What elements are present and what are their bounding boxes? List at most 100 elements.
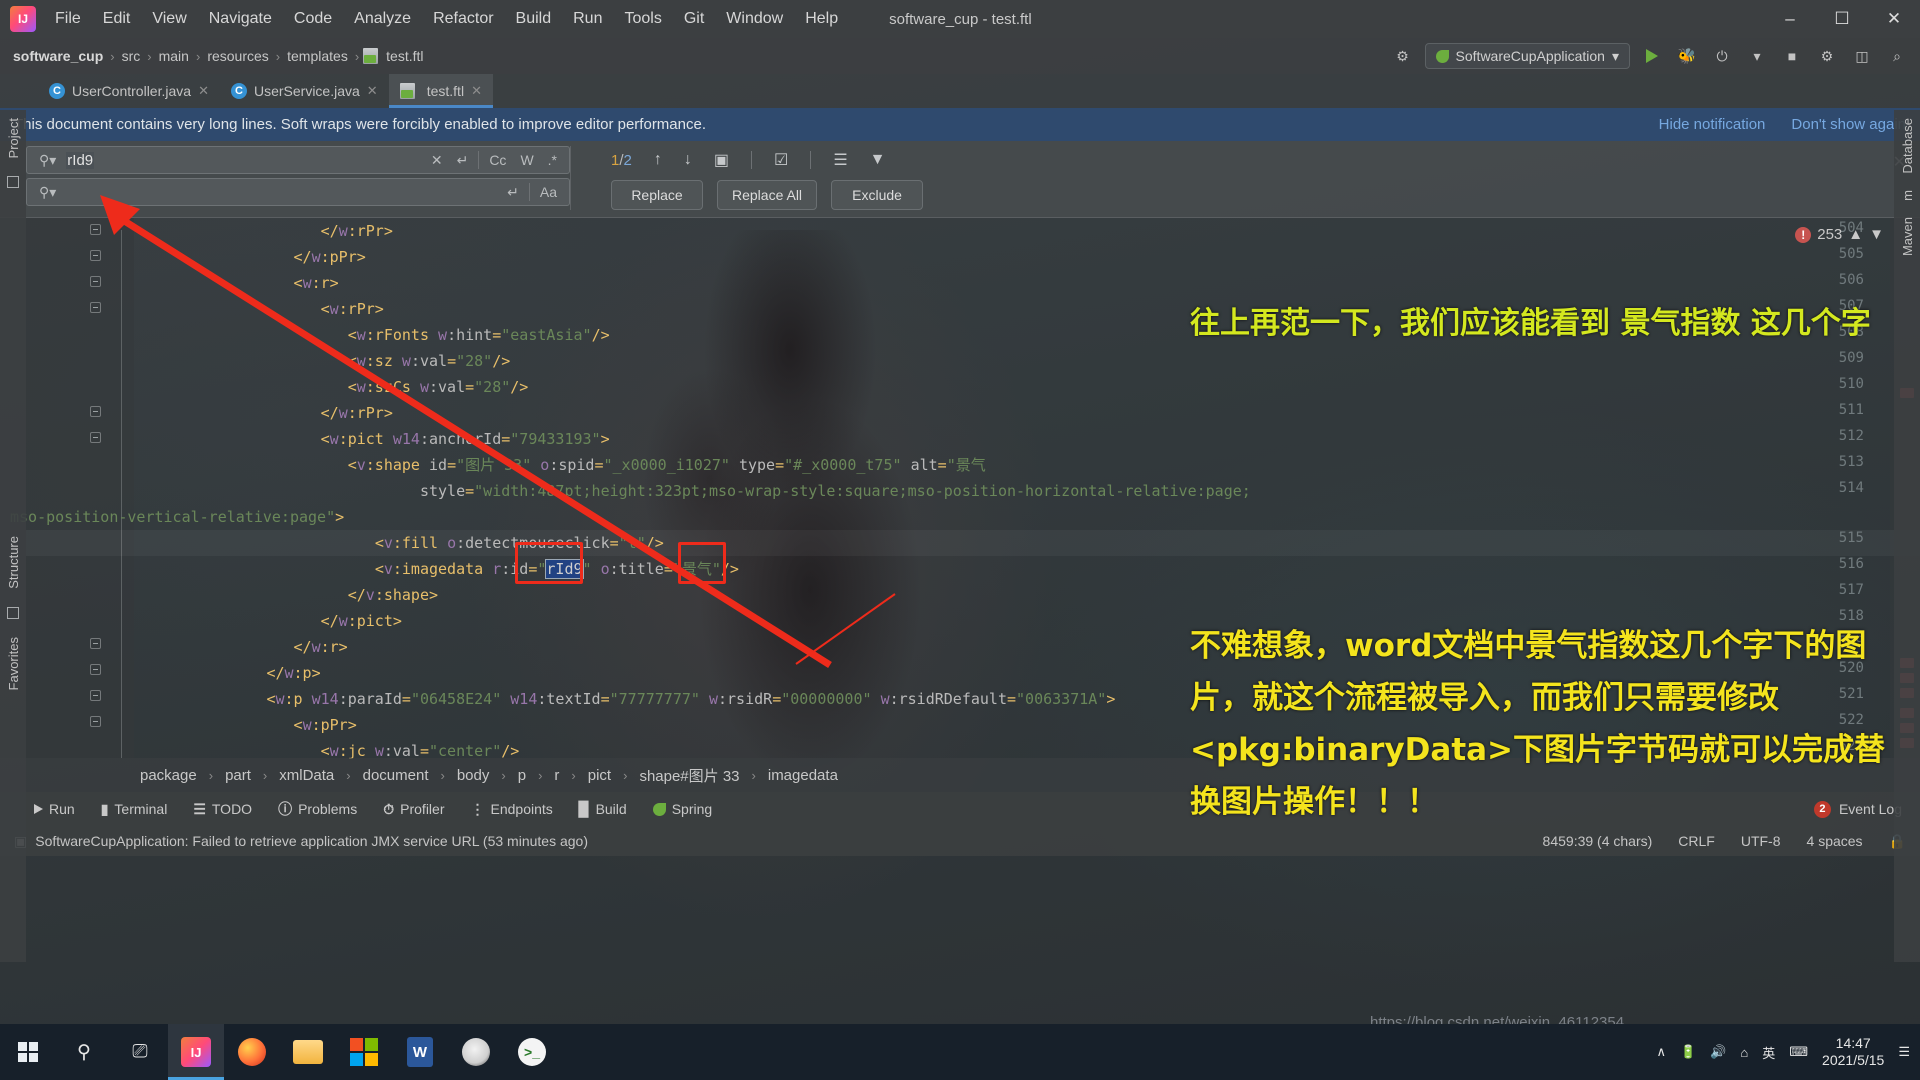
breadcrumb-imagedata[interactable]: imagedata (768, 767, 838, 784)
regex-icon[interactable]: .* (544, 152, 561, 168)
taskbar-app-store-icon[interactable] (336, 1024, 392, 1080)
replace-button[interactable]: Replace (611, 180, 703, 210)
line-separator[interactable]: CRLF (1678, 833, 1715, 849)
taskbar-media-app-icon[interactable] (448, 1024, 504, 1080)
tab-userservice[interactable]: C UserService.java ✕ (220, 74, 389, 108)
tool-window-spring[interactable]: Spring (652, 801, 712, 817)
start-button[interactable] (0, 1024, 56, 1080)
taskbar-terminal-icon[interactable]: >_ (504, 1024, 560, 1080)
breadcrumb-r[interactable]: r (554, 767, 559, 784)
tray-chevron-icon[interactable]: ∧ (1657, 1044, 1667, 1060)
structure-icon[interactable] (7, 607, 19, 620)
breadcrumb-project[interactable]: software_cup (10, 48, 106, 64)
search-input[interactable]: rId9 (66, 151, 421, 169)
preserve-case-icon[interactable]: Aa (536, 184, 561, 200)
taskbar-intellij-idea-icon[interactable]: IJ (168, 1024, 224, 1080)
search-field-row[interactable]: ⚲▾ rId9 ✕ ↵ Cc W .* (26, 146, 570, 174)
find-next-icon[interactable]: ↓ (684, 151, 692, 169)
tray-network-icon[interactable]: ⌂ (1740, 1045, 1748, 1060)
run-button[interactable] (1639, 43, 1665, 69)
breadcrumb-file[interactable]: test.ftl (383, 48, 426, 64)
replace-search-icon[interactable]: ⚲▾ (35, 184, 60, 201)
minimize-button[interactable]: – (1764, 0, 1816, 38)
tab-usercontroller[interactable]: C UserController.java ✕ (38, 74, 220, 108)
tool-window-profiler[interactable]: ⏱ Profiler (383, 801, 444, 818)
menu-item-analyze[interactable]: Analyze (343, 6, 422, 32)
tray-battery-icon[interactable]: 🔋 (1680, 1044, 1696, 1060)
tab-test-ftl[interactable]: test.ftl ✕ (388, 74, 494, 108)
sidebar-item-maven[interactable]: Maven (1900, 209, 1915, 264)
search-icon[interactable]: ⚲▾ (35, 152, 60, 169)
tool-window-build[interactable]: ▉ Build (579, 801, 627, 818)
select-all-occurrences-icon[interactable]: ▣ (714, 150, 729, 170)
menu-item-view[interactable]: View (141, 6, 197, 32)
next-problem-icon[interactable]: ▼ (1869, 226, 1884, 243)
close-button[interactable]: ✕ (1868, 0, 1920, 38)
close-tab-icon[interactable]: ✕ (367, 83, 378, 99)
menu-item-code[interactable]: Code (283, 6, 343, 32)
close-tab-icon[interactable]: ✕ (198, 83, 209, 99)
task-view-icon[interactable]: ⎚ (112, 1024, 168, 1080)
menu-item-run[interactable]: Run (562, 6, 613, 32)
clear-search-icon[interactable]: ✕ (427, 152, 447, 169)
chevron-down-icon[interactable]: ▾ (1612, 48, 1619, 65)
multiline-replace-icon[interactable]: ↵ (503, 184, 523, 201)
stop-button[interactable]: ■ (1779, 43, 1805, 69)
menu-item-window[interactable]: Window (715, 6, 794, 32)
filter-lines-icon[interactable]: ☰ (833, 150, 847, 170)
tool-window-run[interactable]: Run (34, 801, 75, 817)
breadcrumb-main[interactable]: main (156, 48, 192, 64)
run-configuration-selector[interactable]: SoftwareCupApplication ▾ (1424, 43, 1630, 69)
taskbar-word-icon[interactable]: W (392, 1024, 448, 1080)
breadcrumb-src[interactable]: src (119, 48, 144, 64)
find-previous-icon[interactable]: ↑ (654, 151, 662, 169)
tray-ime-icon[interactable]: 英 (1762, 1043, 1775, 1062)
maximize-button[interactable]: ☐ (1816, 0, 1868, 38)
notification-center-icon[interactable]: ☰ (1898, 1044, 1910, 1060)
search-everywhere-icon[interactable]: ⌕ (1884, 43, 1910, 69)
taskbar-clock[interactable]: 14:47 2021/5/15 (1822, 1035, 1884, 1070)
tool-window-terminal[interactable]: ▮ Terminal (101, 801, 168, 818)
taskbar-search-icon[interactable]: ⚲ (56, 1024, 112, 1080)
breadcrumb-p[interactable]: p (518, 767, 526, 784)
status-message[interactable]: SoftwareCupApplication: Failed to retrie… (35, 833, 588, 849)
menu-item-navigate[interactable]: Navigate (198, 6, 283, 32)
filter-icon[interactable]: ▼ (870, 151, 886, 169)
caret-position[interactable]: 8459:39 (4 chars) (1543, 833, 1653, 849)
sidebar-item-m[interactable]: m (1900, 182, 1915, 209)
tool-window-problems[interactable]: ⓘ Problems (278, 799, 357, 819)
breadcrumb-part[interactable]: part (225, 767, 251, 784)
replace-field-row[interactable]: ⚲▾ ↵ Aa (26, 178, 570, 206)
file-encoding[interactable]: UTF-8 (1741, 833, 1781, 849)
profile-dropdown-button[interactable]: ▾ (1744, 43, 1770, 69)
menu-item-git[interactable]: Git (673, 6, 715, 32)
run-with-coverage-button[interactable]: ⏻ (1709, 43, 1735, 69)
sidebar-item-database[interactable]: Database (1900, 110, 1915, 182)
breadcrumb-package[interactable]: package (140, 767, 197, 784)
match-case-icon[interactable]: Cc (485, 152, 510, 168)
breadcrumb-pict[interactable]: pict (588, 767, 611, 784)
hide-notification-link[interactable]: Hide notification (1659, 116, 1766, 133)
breadcrumb-xmldata[interactable]: xmlData (279, 767, 334, 784)
breadcrumb-templates[interactable]: templates (284, 48, 351, 64)
layout-icon[interactable]: ◫ (1849, 43, 1875, 69)
menu-item-file[interactable]: File (44, 6, 92, 32)
words-icon[interactable]: W (516, 152, 537, 168)
close-tab-icon[interactable]: ✕ (471, 83, 482, 99)
menu-item-build[interactable]: Build (505, 6, 563, 32)
menu-item-tools[interactable]: Tools (613, 6, 672, 32)
menu-item-help[interactable]: Help (794, 6, 849, 32)
tray-ime-keyboard-icon[interactable]: ⌨ (1789, 1044, 1808, 1060)
dont-show-again-link[interactable]: Don't show again (1791, 116, 1906, 133)
folder-icon[interactable] (7, 176, 19, 189)
menu-item-refactor[interactable]: Refactor (422, 6, 504, 32)
exclude-button[interactable]: Exclude (831, 180, 924, 210)
indent-setting[interactable]: 4 spaces (1807, 833, 1863, 849)
sidebar-item-project[interactable]: Project (6, 110, 21, 166)
debug-button[interactable]: 🐝 (1674, 43, 1700, 69)
sidebar-item-structure[interactable]: Structure (6, 528, 21, 597)
in-selection-icon[interactable]: ☑ (774, 150, 788, 170)
breadcrumb-shape[interactable]: shape#图片 33 (639, 765, 739, 786)
replace-all-button[interactable]: Replace All (717, 180, 818, 210)
prev-problem-icon[interactable]: ▲ (1848, 226, 1863, 243)
